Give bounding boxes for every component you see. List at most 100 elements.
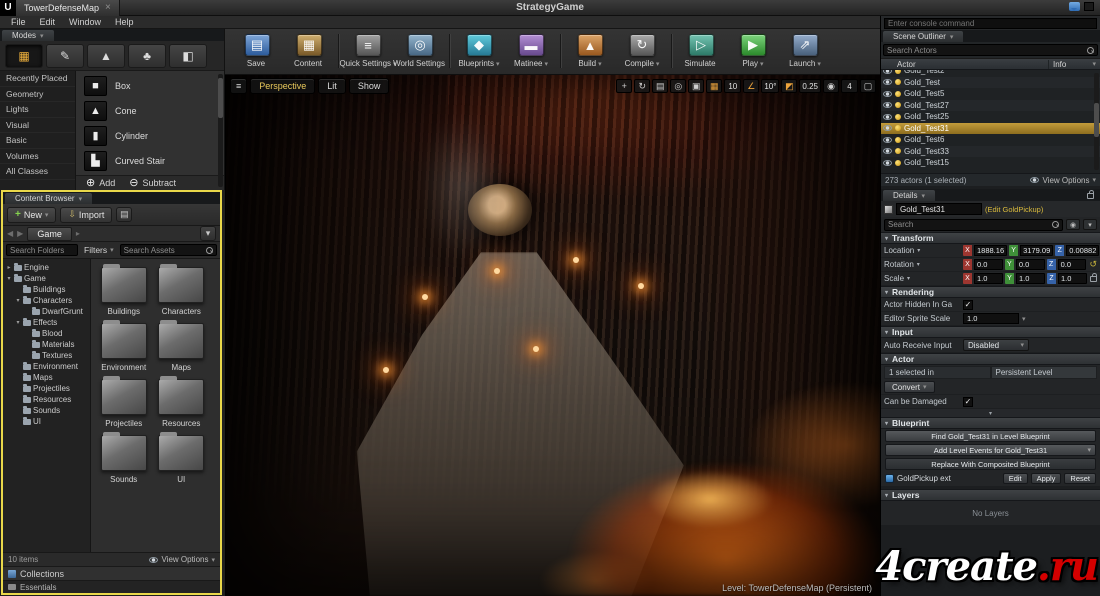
category-lights[interactable]: Lights bbox=[0, 102, 75, 118]
folder-projectiles[interactable]: Projectiles bbox=[95, 376, 153, 428]
find-in-level-blueprint-button[interactable]: Find Gold_Test31 in Level Blueprint bbox=[885, 430, 1096, 442]
twisty-icon[interactable]: ▾ bbox=[6, 275, 12, 282]
console-command-input[interactable] bbox=[884, 17, 1097, 29]
move-tool-icon[interactable]: + bbox=[616, 79, 633, 93]
tab-essentials[interactable]: Essentials bbox=[3, 580, 220, 593]
grid-snap-value[interactable]: 10 bbox=[724, 79, 742, 93]
tab-content-browser[interactable]: Content Browser ▾ bbox=[5, 193, 93, 204]
tree-item-buildings[interactable]: Buildings bbox=[3, 284, 90, 295]
sprite-scale-field[interactable]: 1.0 bbox=[963, 313, 1019, 324]
visibility-eye-icon[interactable] bbox=[883, 159, 892, 166]
geometry-item-cylinder[interactable]: ▮ Cylinder bbox=[76, 123, 224, 148]
property-visibility-icon[interactable]: ◉ bbox=[1066, 219, 1080, 230]
outliner-row[interactable]: Gold_Test6 bbox=[881, 134, 1100, 146]
tree-item-projectiles[interactable]: Projectiles bbox=[3, 383, 90, 394]
visibility-eye-icon[interactable] bbox=[883, 79, 892, 86]
camera-speed-value[interactable]: 4 bbox=[841, 79, 858, 93]
viewport-scene[interactable] bbox=[226, 75, 880, 596]
build-button[interactable]: Build▾ bbox=[564, 32, 616, 68]
new-button[interactable]: + New ▾ bbox=[7, 206, 57, 223]
rotation-x-field[interactable]: 0.0 bbox=[974, 259, 1003, 270]
reset-to-default-icon[interactable]: ↺ bbox=[1089, 259, 1097, 270]
compile-button[interactable]: Compile▾ bbox=[616, 32, 668, 68]
twisty-icon[interactable]: ▾ bbox=[15, 319, 21, 326]
tree-item-game[interactable]: ▾ Game bbox=[3, 273, 90, 284]
edit-blueprint-button[interactable]: Edit bbox=[1002, 473, 1028, 484]
tree-item-effects[interactable]: ▾ Effects bbox=[3, 317, 90, 328]
view-options-button[interactable]: View Options ▾ bbox=[149, 555, 215, 564]
visibility-eye-icon[interactable] bbox=[883, 90, 892, 97]
place-mode-icon[interactable]: ▦ bbox=[5, 43, 43, 68]
twisty-icon[interactable]: ▾ bbox=[15, 297, 21, 304]
visibility-eye-icon[interactable] bbox=[883, 148, 892, 155]
scrollbar-thumb[interactable] bbox=[1094, 103, 1099, 137]
tree-item-ui[interactable]: UI bbox=[3, 416, 90, 427]
category-geometry[interactable]: Geometry bbox=[0, 87, 75, 102]
tree-item-resources[interactable]: Resources bbox=[3, 394, 90, 405]
outliner-row[interactable]: Gold_Test33 bbox=[881, 145, 1100, 157]
scale-z-field[interactable]: 1.0 bbox=[1058, 273, 1087, 284]
lit-button[interactable]: Lit bbox=[318, 78, 346, 94]
back-icon[interactable]: ◀ bbox=[7, 229, 13, 238]
tree-item-blood[interactable]: Blood bbox=[3, 328, 90, 339]
folder-ui[interactable]: UI bbox=[153, 432, 211, 484]
content-button[interactable]: Content bbox=[283, 32, 335, 68]
rotation-z-field[interactable]: 0.0 bbox=[1057, 259, 1087, 270]
tree-item-dwarfgrunt[interactable]: DwarfGrunt bbox=[3, 306, 90, 317]
level-tab[interactable]: TowerDefenseMap × bbox=[16, 0, 120, 16]
scale-label[interactable]: Scale ▾ bbox=[884, 274, 960, 283]
persistent-level-label[interactable]: Persistent Level bbox=[990, 366, 1097, 379]
edit-goldpickup-link[interactable]: (Edit GoldPickup) bbox=[985, 205, 1043, 214]
outliner-row[interactable]: Gold_Test25 bbox=[881, 111, 1100, 123]
window-options-icon[interactable] bbox=[1084, 2, 1094, 11]
filters-button[interactable]: Filters ▾ bbox=[81, 245, 117, 255]
visibility-eye-icon[interactable] bbox=[883, 113, 892, 120]
reset-blueprint-button[interactable]: Reset bbox=[1064, 473, 1096, 484]
add-level-events-button[interactable]: Add Level Events for Gold_Test31 ▾ bbox=[885, 444, 1096, 456]
tree-item-textures[interactable]: Textures bbox=[3, 350, 90, 361]
apply-blueprint-button[interactable]: Apply bbox=[1030, 473, 1062, 484]
outliner-row[interactable]: Gold_Test27 bbox=[881, 99, 1100, 111]
section-header-rendering[interactable]: ▾ Rendering bbox=[881, 286, 1100, 298]
convert-button[interactable]: Convert ▾ bbox=[884, 381, 935, 393]
scale-y-field[interactable]: 1.0 bbox=[1016, 273, 1045, 284]
landscape-mode-icon[interactable]: ▲ bbox=[87, 43, 125, 68]
play-button[interactable]: Play▾ bbox=[727, 32, 779, 68]
replace-with-composited-button[interactable]: Replace With Composited Blueprint bbox=[885, 458, 1096, 470]
scale-snap-value[interactable]: 0.25 bbox=[799, 79, 821, 93]
viewport-options-button[interactable]: ≡ bbox=[230, 78, 248, 94]
category-all-classes[interactable]: All Classes bbox=[0, 164, 75, 180]
auto-receive-input-dropdown[interactable]: Disabled ▾ bbox=[963, 339, 1029, 351]
section-header-layers[interactable]: ▾ Layers bbox=[881, 489, 1100, 501]
geometry-mode-icon[interactable]: ◧ bbox=[169, 43, 207, 68]
category-volumes[interactable]: Volumes bbox=[0, 149, 75, 164]
menu-file[interactable]: File bbox=[4, 17, 33, 27]
geometry-item-curved-stair[interactable]: ▙ Curved Stair bbox=[76, 148, 224, 173]
geometry-item-cone[interactable]: ▲ Cone bbox=[76, 98, 224, 123]
category-basic[interactable]: Basic bbox=[0, 133, 75, 149]
tree-item-characters[interactable]: ▾ Characters bbox=[3, 295, 90, 306]
close-icon[interactable]: × bbox=[105, 2, 111, 13]
menu-help[interactable]: Help bbox=[108, 17, 141, 27]
lock-icon[interactable] bbox=[1087, 190, 1094, 199]
spinner-icon[interactable]: ▾ bbox=[1022, 315, 1026, 323]
simulate-button[interactable]: Simulate bbox=[675, 32, 727, 68]
quick-settings-button[interactable]: Quick Settings▾ bbox=[339, 32, 397, 68]
menu-edit[interactable]: Edit bbox=[33, 17, 63, 27]
tab-modes[interactable]: Modes ▾ bbox=[2, 30, 54, 41]
save-button[interactable]: Save bbox=[231, 32, 283, 68]
section-header-actor[interactable]: ▾ Actor bbox=[881, 353, 1100, 365]
folder-characters[interactable]: Characters bbox=[153, 264, 211, 316]
tree-item-maps[interactable]: Maps bbox=[3, 372, 90, 383]
tab-scene-outliner[interactable]: Scene Outliner ▾ bbox=[883, 31, 964, 42]
geometry-item-box[interactable]: ■ Box bbox=[76, 73, 224, 98]
expand-advanced-button[interactable]: ▾ bbox=[881, 409, 1100, 417]
matinee-button[interactable]: Matinee▾ bbox=[505, 32, 557, 68]
scale-snap-icon[interactable]: ◩ bbox=[781, 79, 798, 93]
foliage-mode-icon[interactable]: ♣ bbox=[128, 43, 166, 68]
camera-speed-icon[interactable]: ◉ bbox=[823, 79, 839, 93]
actor-name-field[interactable] bbox=[896, 203, 982, 215]
details-settings-icon[interactable]: ▾ bbox=[1083, 219, 1097, 230]
maximize-icon[interactable]: ▢ bbox=[860, 79, 876, 93]
grid-snap-icon[interactable]: ▦ bbox=[706, 79, 723, 93]
